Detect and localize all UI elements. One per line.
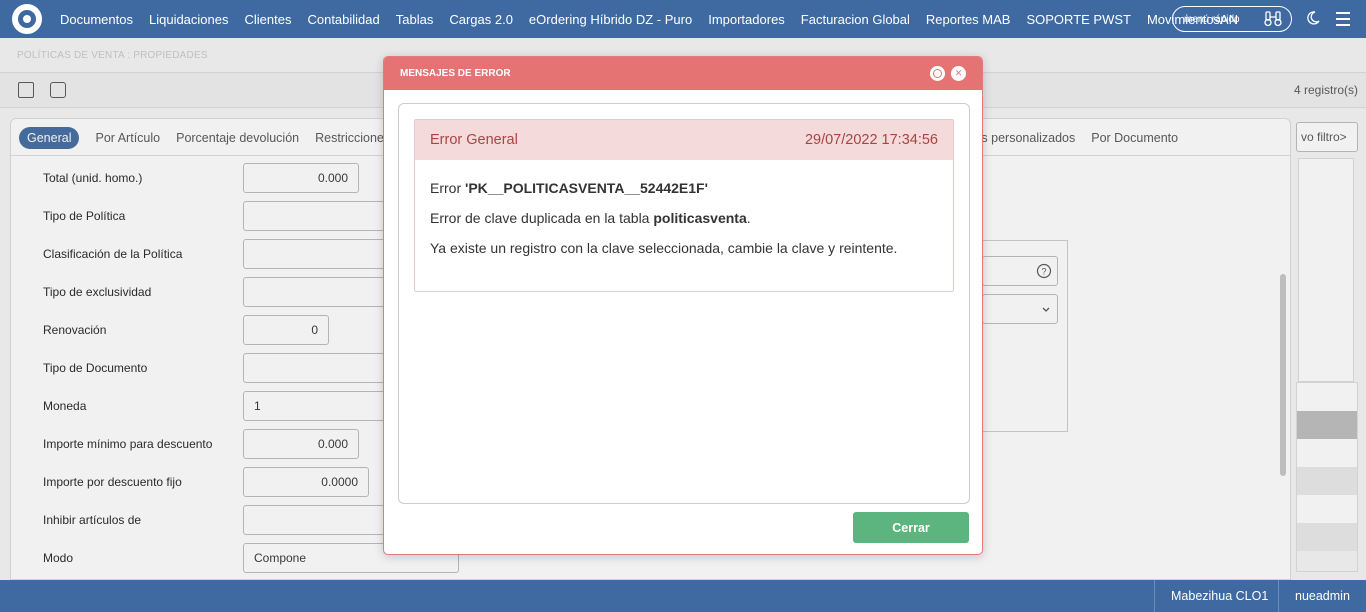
error-card: Error General 29/07/2022 17:34:56 Error … <box>414 119 954 292</box>
status-bar: Mabezihua CLO1 nueadmin <box>0 580 1366 612</box>
nav-item-clientes[interactable]: Clientes <box>245 12 292 27</box>
hamburger-menu-icon[interactable] <box>1336 12 1350 30</box>
nav-item-importadores[interactable]: Importadores <box>708 12 785 27</box>
close-button[interactable]: Cerrar <box>853 512 969 543</box>
error-line-2: Error de clave duplicada en la tabla pol… <box>430 209 938 228</box>
error-constraint-name: 'PK__POLITICASVENTA__52442E1F' <box>465 180 708 196</box>
restore-icon[interactable] <box>930 66 945 81</box>
top-navbar: Documentos Liquidaciones Clientes Contab… <box>0 0 1366 38</box>
error-timestamp: 29/07/2022 17:34:56 <box>804 132 938 148</box>
error-line-3: Ya existe un registro con la clave selec… <box>430 240 898 256</box>
close-icon[interactable]: ✕ <box>951 66 966 81</box>
app-logo[interactable] <box>12 4 42 34</box>
nav-item-documentos[interactable]: Documentos <box>60 12 133 27</box>
binoculars-icon <box>1264 11 1282 27</box>
nav-item-contabilidad[interactable]: Contabilidad <box>307 12 379 27</box>
dialog-header: MENSAJES DE ERROR ✕ <box>384 57 982 90</box>
quick-menu-label: menú rápido <box>1184 13 1240 25</box>
moon-icon[interactable] <box>1306 11 1320 25</box>
error-card-header: Error General 29/07/2022 17:34:56 <box>415 120 953 160</box>
nav-item-reportes-mab[interactable]: Reportes MAB <box>926 12 1011 27</box>
error-dialog: MENSAJES DE ERROR ✕ Error General 29/07/… <box>383 56 983 555</box>
error-line-1-prefix: Error <box>430 180 465 196</box>
nav-item-eordering[interactable]: eOrdering Híbrido DZ - Puro <box>529 12 692 27</box>
nav-item-cargas[interactable]: Cargas 2.0 <box>449 12 513 27</box>
error-message: Error 'PK__POLITICASVENTA__52442E1F' Err… <box>415 160 953 258</box>
dialog-title: MENSAJES DE ERROR <box>400 68 511 79</box>
nav-item-tablas[interactable]: Tablas <box>396 12 434 27</box>
quick-menu-search[interactable]: menú rápido <box>1172 6 1292 32</box>
error-table-name: politicasventa <box>653 210 747 226</box>
dialog-body: Error General 29/07/2022 17:34:56 Error … <box>398 103 970 504</box>
nav-item-liquidaciones[interactable]: Liquidaciones <box>149 12 229 27</box>
user-label: nueadmin <box>1278 580 1366 612</box>
error-line-2-prefix: Error de clave duplicada en la tabla <box>430 210 654 226</box>
company-label: Mabezihua CLO1 <box>1154 580 1284 612</box>
main-nav: Documentos Liquidaciones Clientes Contab… <box>52 12 1246 27</box>
nav-item-facturacion-global[interactable]: Facturacion Global <box>801 12 910 27</box>
error-line-2-suffix: . <box>746 210 751 226</box>
error-line-1: Error 'PK__POLITICASVENTA__52442E1F' <box>430 179 938 198</box>
error-title: Error General <box>430 132 518 148</box>
nav-item-soporte-pwst[interactable]: SOPORTE PWST <box>1026 12 1131 27</box>
